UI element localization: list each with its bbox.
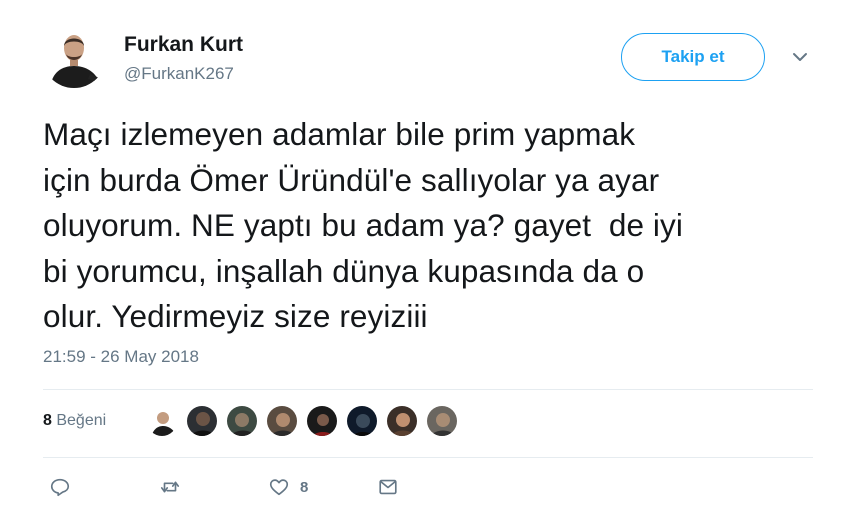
retweet-button[interactable] <box>159 474 181 500</box>
liker-avatar[interactable] <box>266 405 298 437</box>
liker-avatar[interactable] <box>306 405 338 437</box>
author-name[interactable]: Furkan Kurt <box>124 33 243 57</box>
likes-label: Beğeni <box>56 412 107 429</box>
liker-avatar[interactable] <box>226 405 258 437</box>
reply-icon <box>50 478 70 497</box>
like-button[interactable]: 8 <box>268 474 308 500</box>
liker-avatar[interactable] <box>146 405 178 437</box>
divider <box>43 457 813 458</box>
author-handle[interactable]: @FurkanK267 <box>124 64 234 84</box>
likes-count: 8 <box>43 412 52 429</box>
message-button[interactable] <box>377 474 399 500</box>
follow-button[interactable]: Takip et <box>621 33 765 81</box>
heart-icon <box>269 479 289 496</box>
retweet-icon <box>160 481 180 493</box>
like-count: 8 <box>300 478 309 496</box>
author-avatar[interactable] <box>42 24 106 88</box>
liker-avatar[interactable] <box>186 405 218 437</box>
chevron-down-icon[interactable] <box>790 50 810 64</box>
tweet-card: Furkan Kurt @FurkanK267 Takip et Maçı iz… <box>0 0 850 523</box>
divider <box>43 389 813 390</box>
liker-avatar[interactable] <box>346 405 378 437</box>
likes-summary[interactable]: 8 Beğeni <box>43 412 106 430</box>
tweet-timestamp[interactable]: 21:59 - 26 May 2018 <box>43 347 199 367</box>
reply-button[interactable] <box>49 474 71 500</box>
liker-avatar[interactable] <box>426 405 458 437</box>
tweet-actions: 8 <box>43 474 543 500</box>
envelope-icon <box>379 479 397 495</box>
tweet-text: Maçı izlemeyen adamlar bile prim yapmak … <box>43 116 683 334</box>
liker-avatar[interactable] <box>386 405 418 437</box>
